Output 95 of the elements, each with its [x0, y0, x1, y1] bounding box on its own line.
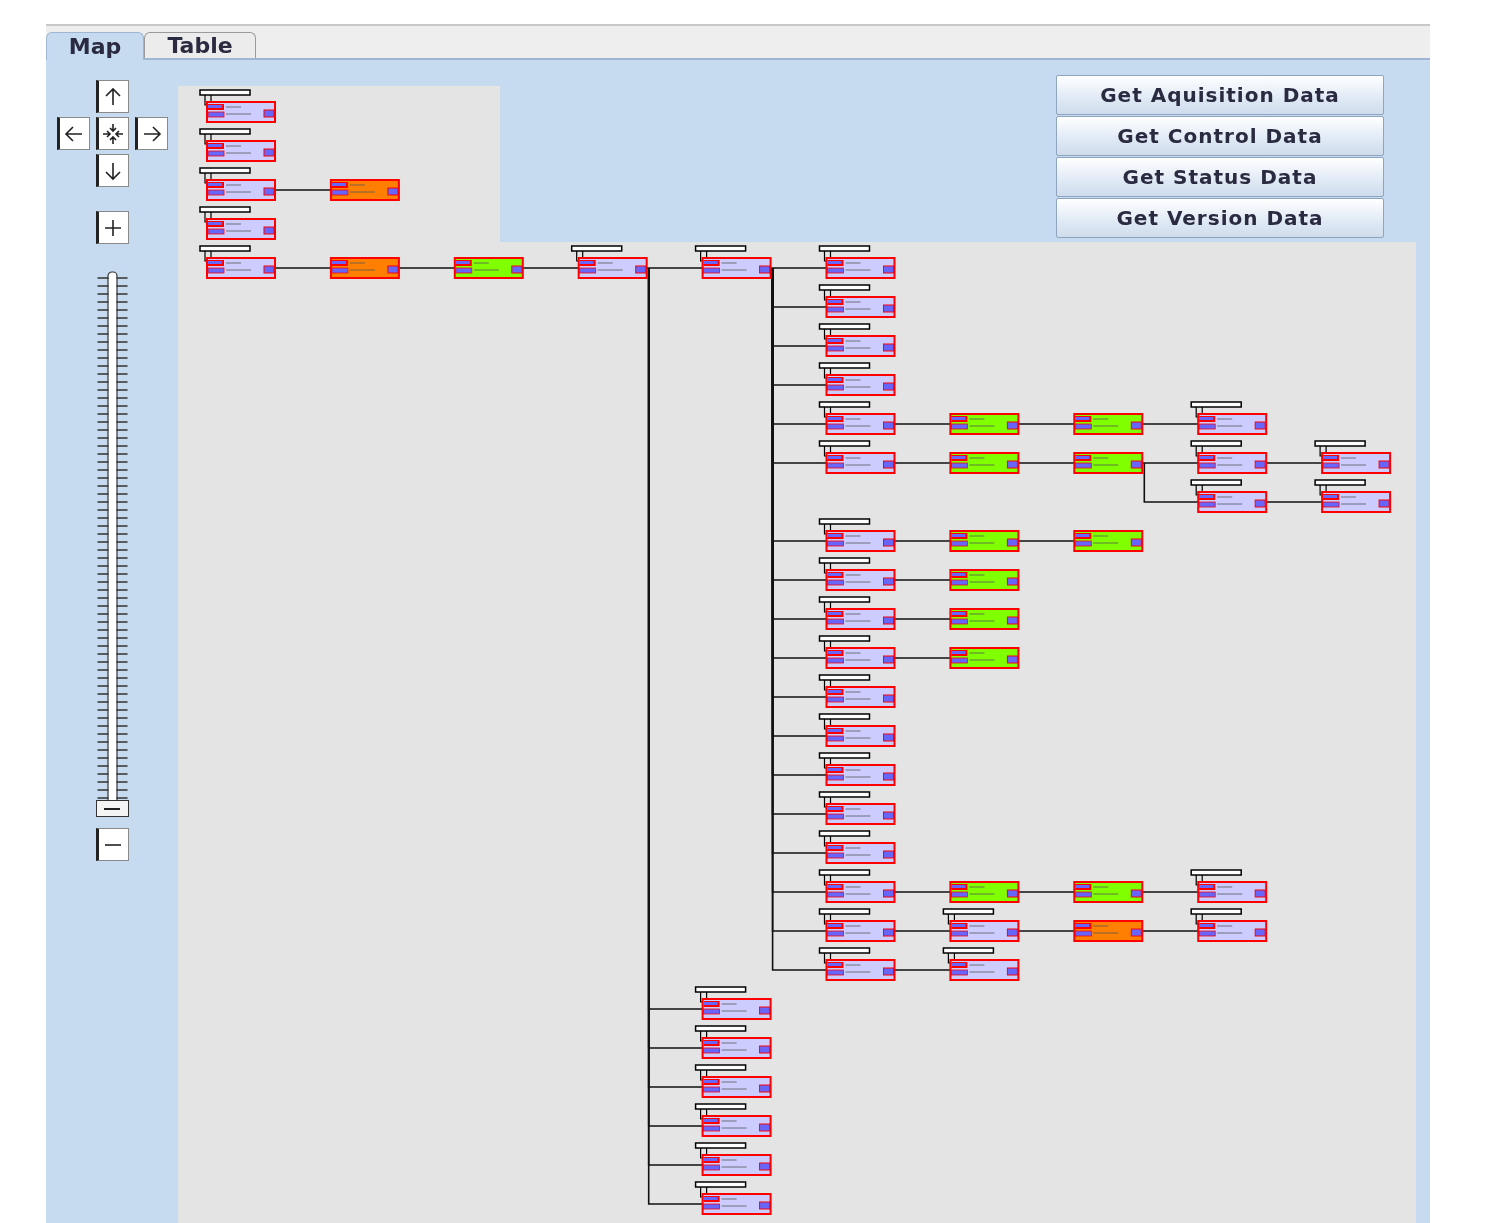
node-box[interactable]	[199, 89, 276, 123]
center-arrows-icon	[102, 122, 124, 145]
zoom-out-button[interactable]	[95, 828, 129, 861]
zoom-slider[interactable]	[95, 270, 129, 818]
node-box[interactable]	[199, 245, 276, 279]
node-box[interactable]	[570, 245, 648, 279]
node-box[interactable]	[818, 401, 896, 435]
tab[interactable]: Table	[144, 32, 256, 58]
node-box[interactable]	[818, 440, 896, 474]
node-box[interactable]	[1073, 530, 1144, 552]
node-box[interactable]	[818, 752, 896, 786]
node-box[interactable]	[949, 452, 1020, 474]
node-box[interactable]	[818, 245, 896, 279]
node-box[interactable]	[1073, 920, 1144, 942]
minus-icon	[104, 843, 122, 846]
node-box[interactable]	[949, 569, 1020, 591]
node-box[interactable]	[694, 1181, 772, 1215]
node-box[interactable]	[1314, 440, 1392, 474]
pan-left-button[interactable]	[56, 117, 90, 150]
node-box[interactable]	[818, 830, 896, 864]
node-box[interactable]	[694, 1064, 772, 1098]
pan-right-button[interactable]	[134, 117, 168, 150]
center-button[interactable]	[95, 117, 129, 150]
node-box[interactable]	[949, 608, 1020, 630]
connector-line	[893, 891, 952, 893]
connector-line	[893, 540, 952, 542]
connector-line	[1265, 501, 1323, 503]
node-box[interactable]	[818, 284, 896, 318]
node-box[interactable]	[453, 257, 524, 279]
node-box[interactable]	[942, 908, 1020, 942]
connector-line	[1141, 891, 1199, 893]
connector-line	[893, 462, 952, 464]
node-box[interactable]	[818, 596, 896, 630]
node-box[interactable]	[818, 908, 896, 942]
node-box[interactable]	[818, 557, 896, 591]
slider-thumb[interactable]	[95, 800, 129, 817]
node-box[interactable]	[818, 947, 896, 981]
node-box[interactable]	[329, 179, 400, 201]
node-box[interactable]	[1190, 479, 1268, 513]
connector-line	[893, 618, 952, 620]
node-box[interactable]	[949, 647, 1020, 669]
node-box[interactable]	[199, 206, 276, 240]
connector-line	[274, 267, 332, 269]
node-box[interactable]	[818, 323, 896, 357]
node-box[interactable]	[1190, 401, 1268, 435]
get-data-button[interactable]: Get Control Data	[1056, 116, 1384, 156]
connector-line	[1017, 891, 1076, 893]
connector-line	[274, 189, 332, 191]
connector-line	[893, 423, 952, 425]
connector-line	[1017, 930, 1076, 932]
node-box[interactable]	[1190, 869, 1268, 903]
connector-line	[893, 930, 952, 932]
node-box[interactable]	[199, 128, 276, 162]
node-box[interactable]	[1073, 413, 1144, 435]
connector-line	[893, 969, 952, 971]
connector-line	[1017, 540, 1076, 542]
node-box[interactable]	[329, 257, 400, 279]
connector-line	[522, 267, 580, 269]
get-data-button[interactable]: Get Version Data	[1056, 198, 1384, 238]
node-box[interactable]	[1314, 479, 1392, 513]
node-box[interactable]	[818, 713, 896, 747]
node-box[interactable]	[694, 986, 772, 1020]
get-data-button[interactable]: Get Aquisition Data	[1056, 75, 1384, 115]
connector-line	[893, 579, 952, 581]
node-box[interactable]	[818, 674, 896, 708]
tab[interactable]: Map	[46, 32, 144, 60]
get-data-button[interactable]: Get Status Data	[1056, 157, 1384, 197]
node-box[interactable]	[818, 518, 896, 552]
node-box[interactable]	[942, 947, 1020, 981]
zoom-in-button[interactable]	[95, 211, 129, 244]
node-box[interactable]	[694, 1142, 772, 1176]
node-box[interactable]	[694, 1103, 772, 1137]
connector-line	[1141, 930, 1199, 932]
pan-up-button[interactable]	[95, 80, 129, 113]
connector-line	[1265, 462, 1323, 464]
node-box[interactable]	[818, 635, 896, 669]
node-box[interactable]	[1073, 452, 1144, 474]
node-box[interactable]	[818, 869, 896, 903]
node-box[interactable]	[1190, 440, 1268, 474]
node-box[interactable]	[949, 530, 1020, 552]
node-box[interactable]	[818, 362, 896, 396]
node-box[interactable]	[694, 245, 772, 279]
node-box[interactable]	[949, 881, 1020, 903]
node-box[interactable]	[694, 1025, 772, 1059]
connector-line	[1141, 423, 1199, 425]
node-box[interactable]	[1190, 908, 1268, 942]
connector-line	[1017, 462, 1076, 464]
node-box[interactable]	[199, 167, 276, 201]
connector-line	[1017, 423, 1076, 425]
node-box[interactable]	[818, 791, 896, 825]
connector-line	[893, 657, 952, 659]
pan-down-button[interactable]	[95, 154, 129, 187]
node-box[interactable]	[949, 413, 1020, 435]
node-box[interactable]	[1073, 881, 1144, 903]
connector-line	[398, 267, 456, 269]
